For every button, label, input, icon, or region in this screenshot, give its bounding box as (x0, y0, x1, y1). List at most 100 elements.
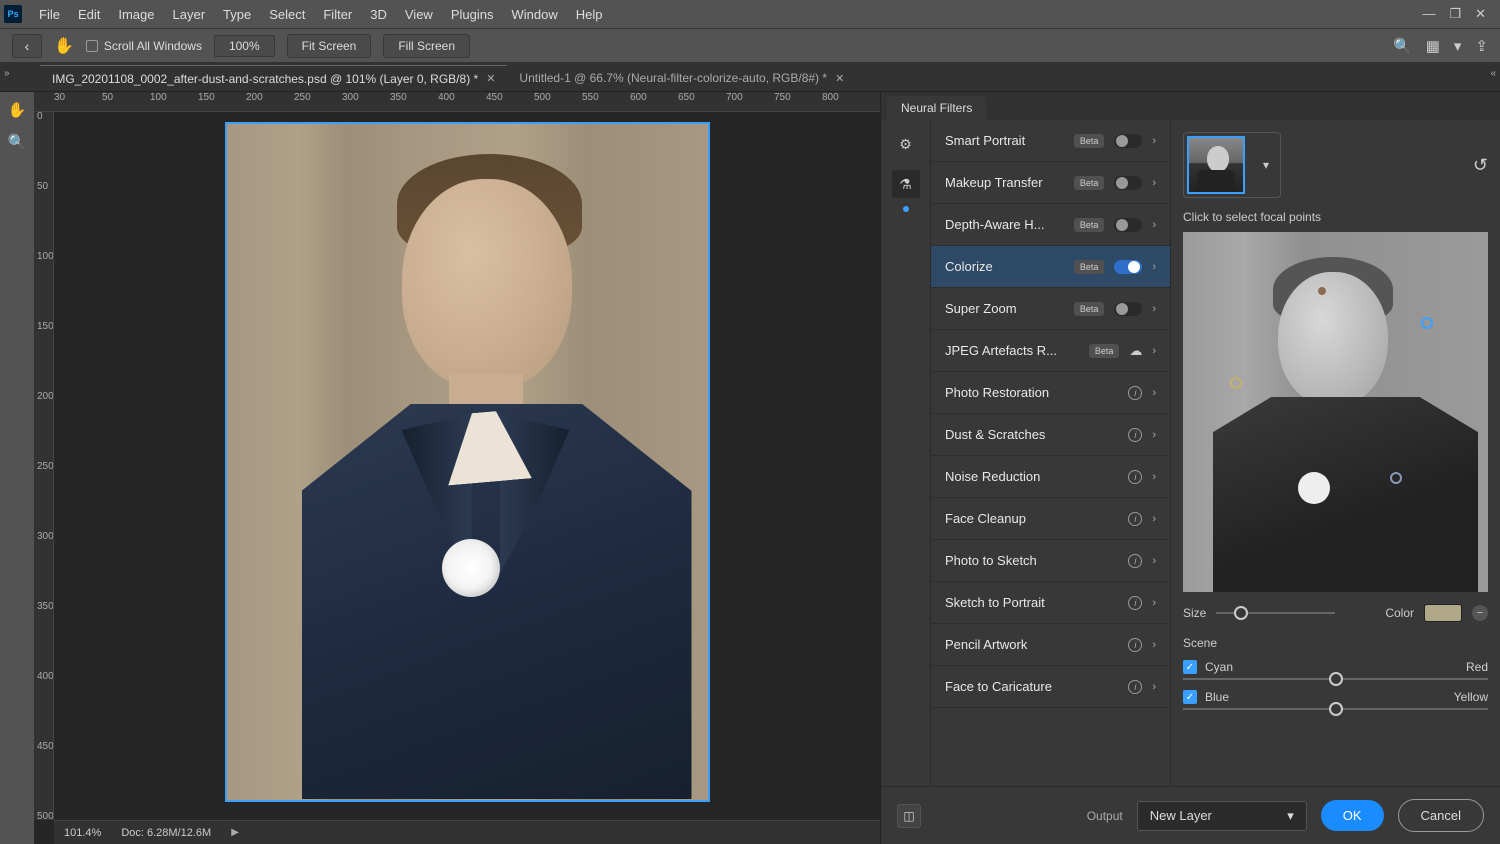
filter-row-photo-to-sketch[interactable]: Photo to Sketchi› (931, 540, 1170, 582)
menu-type[interactable]: Type (214, 0, 260, 28)
minimize-button[interactable]: — (1422, 6, 1435, 22)
filter-row-dust-scratches[interactable]: Dust & Scratchesi› (931, 414, 1170, 456)
status-arrow-icon[interactable]: ▶ (231, 827, 239, 838)
chevron-right-icon: › (1152, 513, 1156, 525)
cyan-red-slider[interactable] (1183, 678, 1488, 680)
focal-preview[interactable] (1183, 232, 1488, 592)
info-icon[interactable]: i (1128, 470, 1142, 484)
menu-view[interactable]: View (396, 0, 442, 28)
menu-select[interactable]: Select (260, 0, 314, 28)
blue-checkbox[interactable]: ✓ (1183, 690, 1197, 704)
cloud-icon[interactable]: ☁︎ (1129, 343, 1142, 359)
share-icon[interactable]: ⇪ (1475, 37, 1488, 55)
filter-row-jpeg-artefacts-r-[interactable]: JPEG Artefacts R...Beta☁︎› (931, 330, 1170, 372)
chevron-down-icon[interactable]: ▾ (1454, 37, 1462, 55)
menu-help[interactable]: Help (567, 0, 612, 28)
category-beta[interactable]: ⚗︎ (892, 170, 920, 198)
panel-tab-neural[interactable]: Neural Filters (887, 96, 986, 120)
tab-close-icon[interactable]: ✕ (835, 72, 844, 85)
hand-tool-icon: ✋ (54, 36, 74, 56)
back-button[interactable]: ‹ (12, 34, 42, 58)
beta-badge: Beta (1074, 134, 1105, 148)
face-thumb-card[interactable]: ▾ (1183, 132, 1281, 198)
canvas[interactable] (54, 112, 880, 820)
info-icon[interactable]: i (1128, 512, 1142, 526)
menu-filter[interactable]: Filter (314, 0, 361, 28)
filter-row-noise-reduction[interactable]: Noise Reductioni› (931, 456, 1170, 498)
layout-icon[interactable]: ▦ (1426, 37, 1440, 55)
filter-list[interactable]: Smart PortraitBeta›Makeup TransferBeta›D… (931, 120, 1171, 786)
cyan-checkbox[interactable]: ✓ (1183, 660, 1197, 674)
document-tab-2[interactable]: Untitled-1 @ 66.7% (Neural-filter-colori… (507, 65, 856, 91)
chevron-right-icon: › (1152, 681, 1156, 693)
filter-row-makeup-transfer[interactable]: Makeup TransferBeta› (931, 162, 1170, 204)
fit-screen-button[interactable]: Fit Screen (287, 34, 372, 58)
focal-point[interactable] (1390, 472, 1402, 484)
info-icon[interactable]: i (1128, 428, 1142, 442)
hand-tool[interactable]: ✋ (5, 98, 29, 122)
panel-tabs: Neural Filters (881, 92, 1500, 120)
remove-color-button[interactable]: − (1472, 605, 1488, 621)
focal-point[interactable] (1421, 317, 1433, 329)
menu-image[interactable]: Image (109, 0, 163, 28)
filter-row-depth-aware-h-[interactable]: Depth-Aware H...Beta› (931, 204, 1170, 246)
filter-toggle[interactable] (1114, 302, 1142, 316)
menu-window[interactable]: Window (502, 0, 566, 28)
info-icon[interactable]: i (1128, 554, 1142, 568)
info-icon[interactable]: i (1128, 386, 1142, 400)
filter-toggle[interactable] (1114, 176, 1142, 190)
menu-bar: Ps File Edit Image Layer Type Select Fil… (0, 0, 1500, 28)
info-icon[interactable]: i (1128, 596, 1142, 610)
zoom-tool[interactable]: 🔍 (5, 130, 29, 154)
menu-3d[interactable]: 3D (361, 0, 396, 28)
blue-label: Blue (1205, 690, 1229, 704)
filter-name: Photo to Sketch (945, 553, 1118, 568)
filter-name: Face to Caricature (945, 679, 1118, 694)
tab-close-icon[interactable]: ✕ (486, 72, 495, 85)
menu-layer[interactable]: Layer (164, 0, 215, 28)
filter-row-photo-restoration[interactable]: Photo Restorationi› (931, 372, 1170, 414)
filter-row-colorize[interactable]: ColorizeBeta› (931, 246, 1170, 288)
chevron-down-icon[interactable]: ▾ (1255, 158, 1277, 172)
size-slider[interactable] (1216, 612, 1335, 614)
cancel-button[interactable]: Cancel (1398, 799, 1484, 832)
focal-point[interactable] (1230, 377, 1242, 389)
output-dropdown[interactable]: New Layer ▾ (1137, 801, 1307, 831)
ruler-vertical: 050100150200250300350400450500 (34, 112, 54, 820)
info-icon[interactable]: i (1128, 638, 1142, 652)
size-control: Size Color − (1183, 604, 1488, 622)
blue-yellow-slider[interactable] (1183, 708, 1488, 710)
filter-row-face-to-caricature[interactable]: Face to Caricature i › (931, 666, 1170, 708)
menu-plugins[interactable]: Plugins (442, 0, 503, 28)
chevron-right-icon: › (1152, 261, 1156, 273)
category-column: ⚙︎ ⚗︎ (881, 120, 931, 786)
chevron-right-icon: › (1152, 177, 1156, 189)
menu-file[interactable]: File (30, 0, 69, 28)
filter-row-smart-portrait[interactable]: Smart PortraitBeta› (931, 120, 1170, 162)
filter-row-face-cleanup[interactable]: Face Cleanupi› (931, 498, 1170, 540)
info-icon[interactable]: i (1128, 680, 1142, 694)
maximize-button[interactable]: ❐ (1449, 6, 1461, 22)
ok-button[interactable]: OK (1321, 800, 1384, 831)
reset-icon[interactable]: ↺ (1473, 155, 1488, 176)
search-icon[interactable]: 🔍 (1393, 37, 1412, 55)
expand-left-icon[interactable]: » (4, 68, 10, 79)
panel-body: ⚙︎ ⚗︎ Smart PortraitBeta›Makeup Transfer… (881, 120, 1500, 786)
category-featured[interactable]: ⚙︎ (892, 130, 920, 158)
filter-row-sketch-to-portrait[interactable]: Sketch to Portraiti› (931, 582, 1170, 624)
close-button[interactable]: ✕ (1475, 6, 1486, 22)
expand-right-icon[interactable]: « (1490, 68, 1496, 79)
filter-toggle[interactable] (1114, 134, 1142, 148)
filter-row-pencil-artwork[interactable]: Pencil Artworki› (931, 624, 1170, 666)
scroll-all-checkbox[interactable]: Scroll All Windows (86, 39, 202, 53)
color-swatch[interactable] (1424, 604, 1462, 622)
document-tab-1[interactable]: IMG_20201108_0002_after-dust-and-scratch… (40, 65, 507, 91)
menu-edit[interactable]: Edit (69, 0, 109, 28)
zoom-input[interactable]: 100% (214, 35, 275, 57)
compare-button[interactable]: ◫ (897, 804, 921, 828)
filter-toggle[interactable] (1114, 260, 1142, 274)
fill-screen-button[interactable]: Fill Screen (383, 34, 470, 58)
focal-point[interactable] (1318, 287, 1326, 295)
filter-toggle[interactable] (1114, 218, 1142, 232)
filter-row-super-zoom[interactable]: Super ZoomBeta› (931, 288, 1170, 330)
